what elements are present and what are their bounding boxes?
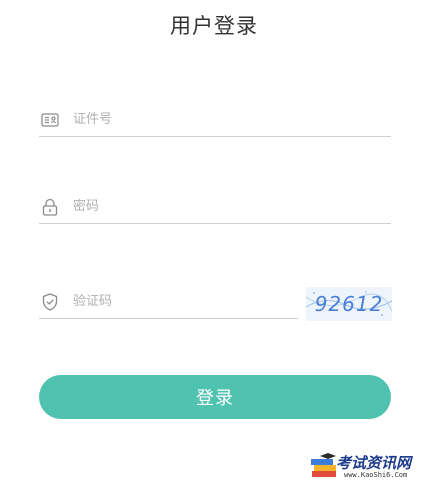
password-field[interactable]: [39, 190, 391, 224]
captcha-field[interactable]: [39, 285, 298, 319]
page-title: 用户登录: [170, 14, 258, 38]
captcha-code: 92612: [314, 292, 384, 316]
id-number-field[interactable]: [39, 103, 391, 137]
shield-check-icon: [40, 292, 60, 312]
watermark-url: www.KaoShi6.Com: [344, 471, 408, 479]
id-card-icon: [40, 110, 60, 130]
captcha-image[interactable]: 92612: [306, 287, 392, 321]
captcha-input[interactable]: [73, 294, 273, 309]
lock-icon: [40, 197, 60, 217]
password-input[interactable]: [73, 199, 333, 214]
login-button[interactable]: 登录: [39, 375, 391, 419]
site-watermark: 考试资讯网 www.KaoShi6.Com: [306, 450, 424, 484]
watermark-text: 考试资讯网: [336, 454, 412, 472]
id-number-input[interactable]: [73, 112, 333, 127]
